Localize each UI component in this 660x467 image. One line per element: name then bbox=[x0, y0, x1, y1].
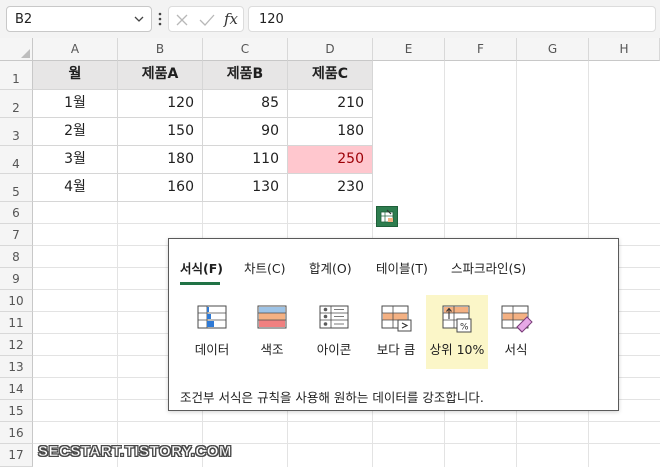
tab-sparklines[interactable]: 스파크라인(S) bbox=[451, 258, 526, 277]
table-cell[interactable]: 180 bbox=[288, 118, 373, 146]
top-10-percent-icon: % bbox=[442, 305, 472, 333]
greater-than-icon bbox=[381, 305, 412, 332]
panel-description: 조건부 서식은 규칙을 사용해 원하는 데이터를 강조합니다. bbox=[180, 390, 484, 405]
formula-bar: B2 fx 120 bbox=[0, 0, 660, 38]
option-label: 색조 bbox=[260, 342, 284, 357]
column-header-e[interactable]: E bbox=[373, 38, 445, 61]
svg-text:%: % bbox=[460, 323, 469, 333]
option-label: 서식 bbox=[504, 342, 528, 357]
row-header-17[interactable]: 17 bbox=[0, 444, 33, 467]
quick-analysis-panel: 서식(F) 차트(C) 합계(O) 테이블(T) 스파크라인(S) 데이터 색조 bbox=[168, 238, 619, 411]
option-top-10-percent[interactable]: % 상위 10% bbox=[426, 295, 488, 369]
row-header-9[interactable]: 9 bbox=[0, 268, 33, 290]
option-label: 보다 큼 bbox=[376, 342, 416, 357]
column-header-d[interactable]: D bbox=[288, 38, 373, 61]
row-header-15[interactable]: 15 bbox=[0, 400, 33, 422]
table-cell[interactable]: 150 bbox=[118, 118, 203, 146]
tab-totals[interactable]: 합계(O) bbox=[309, 258, 352, 277]
quick-analysis-icon bbox=[380, 209, 394, 223]
table-cell-month[interactable]: 4월 bbox=[33, 174, 118, 202]
select-all-corner[interactable] bbox=[0, 38, 33, 61]
formula-input[interactable]: 120 bbox=[248, 6, 656, 32]
gridline bbox=[33, 223, 660, 224]
row-header-2[interactable]: 2 bbox=[0, 90, 33, 118]
option-label: 데이터 bbox=[194, 342, 230, 357]
check-icon[interactable] bbox=[199, 13, 215, 27]
table-cell[interactable]: 110 bbox=[203, 146, 288, 174]
data-bar-icon bbox=[197, 305, 227, 329]
header-cell-month[interactable]: 월 bbox=[33, 61, 118, 90]
insert-function-button[interactable]: fx bbox=[224, 10, 238, 28]
quick-analysis-button[interactable] bbox=[376, 206, 398, 227]
table-cell-selected[interactable]: 120 bbox=[118, 90, 203, 118]
row-header-3[interactable]: 3 bbox=[0, 118, 33, 146]
column-header-c[interactable]: C bbox=[203, 38, 288, 61]
table-cell-month[interactable]: 3월 bbox=[33, 146, 118, 174]
chevron-down-icon[interactable] bbox=[133, 13, 145, 25]
option-label: 아이콘 bbox=[316, 342, 352, 357]
column-header-b[interactable]: B bbox=[118, 38, 203, 61]
cancel-icon[interactable] bbox=[175, 13, 189, 27]
row-header-13[interactable]: 13 bbox=[0, 356, 33, 378]
table-cell[interactable]: 230 bbox=[288, 174, 373, 202]
row-header-6[interactable]: 6 bbox=[0, 202, 33, 224]
option-greater-than[interactable]: 보다 큼 bbox=[365, 295, 427, 369]
clear-format-icon bbox=[501, 305, 533, 333]
gridline bbox=[33, 421, 660, 422]
active-tab-indicator bbox=[180, 282, 220, 285]
row-header-1[interactable]: 1 bbox=[0, 61, 33, 90]
column-header-f[interactable]: F bbox=[445, 38, 517, 61]
column-header-a[interactable]: A bbox=[33, 38, 118, 61]
header-cell-product-a[interactable]: 제품A bbox=[118, 61, 203, 90]
row-header-5[interactable]: 5 bbox=[0, 174, 33, 202]
option-label: 상위 10% bbox=[429, 342, 485, 357]
tab-tables[interactable]: 테이블(T) bbox=[376, 258, 428, 277]
formula-value: 120 bbox=[259, 12, 284, 27]
formula-buttons: fx bbox=[168, 6, 244, 32]
row-header-8[interactable]: 8 bbox=[0, 246, 33, 268]
column-header-g[interactable]: G bbox=[517, 38, 589, 61]
option-clear-format[interactable]: 서식 bbox=[485, 295, 547, 369]
name-box[interactable]: B2 bbox=[6, 6, 152, 32]
more-options-icon[interactable] bbox=[156, 10, 164, 28]
row-header-4[interactable]: 4 bbox=[0, 146, 33, 174]
color-scale-icon bbox=[257, 305, 287, 329]
table-cell[interactable]: 130 bbox=[203, 174, 288, 202]
header-cell-product-c[interactable]: 제품C bbox=[288, 61, 373, 90]
column-header-h[interactable]: H bbox=[589, 38, 660, 61]
table-cell[interactable]: 210 bbox=[288, 90, 373, 118]
table-cell-highlighted[interactable]: 250 bbox=[288, 146, 373, 174]
tab-charts[interactable]: 차트(C) bbox=[244, 258, 285, 277]
header-cell-product-b[interactable]: 제품B bbox=[203, 61, 288, 90]
table-cell[interactable]: 90 bbox=[203, 118, 288, 146]
table-cell[interactable]: 160 bbox=[118, 174, 203, 202]
table-cell-month[interactable]: 1월 bbox=[33, 90, 118, 118]
row-header-11[interactable]: 11 bbox=[0, 312, 33, 334]
option-color-scale[interactable]: 색조 bbox=[241, 295, 303, 369]
table-cell[interactable]: 180 bbox=[118, 146, 203, 174]
table-cell[interactable]: 85 bbox=[203, 90, 288, 118]
tab-formatting[interactable]: 서식(F) bbox=[180, 258, 223, 277]
row-header-16[interactable]: 16 bbox=[0, 422, 33, 444]
option-icon-set[interactable]: 아이콘 bbox=[303, 295, 365, 369]
row-header-14[interactable]: 14 bbox=[0, 378, 33, 400]
option-data-bars[interactable]: 데이터 bbox=[181, 295, 243, 369]
watermark: SECSTART.TISTORY.COM bbox=[38, 443, 232, 461]
row-header-12[interactable]: 12 bbox=[0, 334, 33, 356]
name-box-value: B2 bbox=[15, 12, 33, 27]
row-header-10[interactable]: 10 bbox=[0, 290, 33, 312]
table-cell-month[interactable]: 2월 bbox=[33, 118, 118, 146]
row-header-7[interactable]: 7 bbox=[0, 224, 33, 246]
icon-set-icon bbox=[319, 305, 349, 329]
